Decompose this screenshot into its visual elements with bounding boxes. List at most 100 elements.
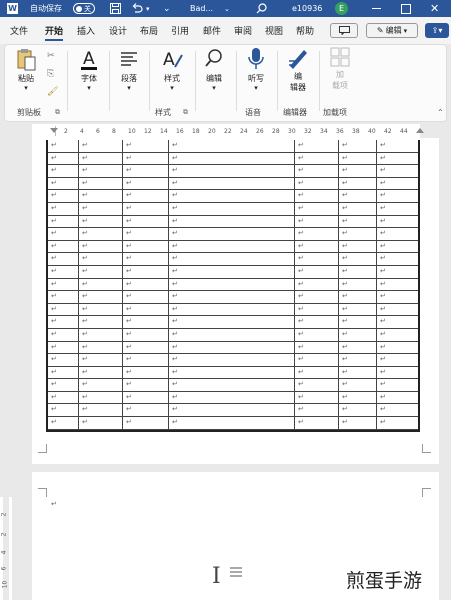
tab-insert[interactable]: 插入 xyxy=(77,24,95,37)
table-cell[interactable]: ↵ xyxy=(48,228,78,240)
table-cell[interactable]: ↵ xyxy=(122,190,168,202)
table-cell[interactable]: ↵ xyxy=(122,215,168,228)
table-cell[interactable]: ↵ xyxy=(122,165,168,177)
search-icon[interactable] xyxy=(256,0,267,17)
format-painter-icon[interactable]: 🖌 xyxy=(47,87,58,97)
table-cell[interactable]: ↵ xyxy=(78,404,122,417)
table-cell[interactable]: ↵ xyxy=(338,228,376,240)
table-cell[interactable]: ↵ xyxy=(122,379,168,391)
table-cell[interactable]: ↵ xyxy=(48,253,78,265)
table-cell[interactable]: ↵ xyxy=(168,140,294,152)
table-cell[interactable]: ↵ xyxy=(122,265,168,278)
table-cell[interactable]: ↵ xyxy=(122,253,168,265)
table-cell[interactable]: ↵ xyxy=(78,190,122,202)
table-cell[interactable]: ↵ xyxy=(168,366,294,379)
table-cell[interactable]: ↵ xyxy=(338,328,376,341)
table-row[interactable]: ↵ ↵ ↵ ↵ ↵ ↵ ↵ xyxy=(48,165,418,178)
table-cell[interactable]: ↵ xyxy=(338,240,376,253)
table-cell[interactable]: ↵ xyxy=(338,341,376,354)
close-icon[interactable]: ✕ xyxy=(430,0,439,17)
table-cell[interactable]: ↵ xyxy=(168,165,294,177)
table-cell[interactable]: ↵ xyxy=(294,265,338,278)
table-row[interactable]: ↵ ↵ ↵ ↵ ↵ ↵ ↵ xyxy=(48,202,418,216)
share-button[interactable]: ⇪▾ xyxy=(425,23,449,38)
table-cell[interactable]: ↵ xyxy=(122,240,168,253)
table-cell[interactable]: ↵ xyxy=(168,278,294,291)
table-cell[interactable]: ↵ xyxy=(48,367,78,379)
table-cell[interactable]: ↵ xyxy=(122,177,168,190)
styles-button[interactable]: A 样式 ▾ xyxy=(157,47,187,92)
table-cell[interactable]: ↵ xyxy=(294,379,338,391)
paste-button[interactable]: 粘贴 ▾ xyxy=(13,47,39,92)
table-cell[interactable]: ↵ xyxy=(376,265,418,278)
table-cell[interactable]: ↵ xyxy=(168,379,294,391)
table-cell[interactable]: ↵ xyxy=(294,240,338,253)
customize-qat-icon[interactable]: ⌄ xyxy=(163,0,171,17)
table-cell[interactable]: ↵ xyxy=(168,265,294,278)
table-cell[interactable]: ↵ xyxy=(122,303,168,316)
table-cell[interactable]: ↵ xyxy=(376,316,418,328)
table-row[interactable]: ↵ ↵ ↵ ↵ ↵ ↵ ↵ xyxy=(48,291,418,304)
table-cell[interactable]: ↵ xyxy=(78,291,122,303)
table-cell[interactable]: ↵ xyxy=(168,177,294,190)
maximize-icon[interactable] xyxy=(401,0,411,17)
table-row[interactable]: ↵ ↵ ↵ ↵ ↵ ↵ ↵ xyxy=(48,190,418,203)
table-cell[interactable]: ↵ xyxy=(376,341,418,354)
table-cell[interactable]: ↵ xyxy=(122,366,168,379)
table-cell[interactable]: ↵ xyxy=(78,303,122,316)
table-cell[interactable]: ↵ xyxy=(48,354,78,366)
tab-view[interactable]: 视图 xyxy=(265,24,283,37)
table-cell[interactable]: ↵ xyxy=(338,316,376,328)
table-cell[interactable]: ↵ xyxy=(168,417,294,429)
table-cell[interactable]: ↵ xyxy=(48,279,78,291)
table-cell[interactable]: ↵ xyxy=(376,202,418,215)
table-cell[interactable]: ↵ xyxy=(122,278,168,291)
table-cell[interactable]: ↵ xyxy=(294,328,338,341)
table-row[interactable]: ↵ ↵ ↵ ↵ ↵ ↵ ↵ xyxy=(48,228,418,241)
table-cell[interactable]: ↵ xyxy=(168,328,294,341)
table-cell[interactable]: ↵ xyxy=(338,165,376,177)
tab-references[interactable]: 引用 xyxy=(171,24,189,37)
paragraph-button[interactable]: 段落 ▾ xyxy=(115,47,143,92)
table-cell[interactable]: ↵ xyxy=(376,328,418,341)
table-cell[interactable]: ↵ xyxy=(48,404,78,416)
table-row[interactable]: ↵ ↵ ↵ ↵ ↵ ↵ ↵ xyxy=(48,341,418,355)
table-cell[interactable]: ↵ xyxy=(294,140,338,152)
addins-button[interactable]: 加 载项 xyxy=(325,47,355,91)
table-cell[interactable]: ↵ xyxy=(168,190,294,202)
indent-marker-icon[interactable] xyxy=(50,128,58,133)
save-icon[interactable] xyxy=(110,0,121,17)
table-cell[interactable]: ↵ xyxy=(338,404,376,417)
table-cell[interactable]: ↵ xyxy=(48,140,78,152)
autosave-toggle[interactable]: 关 xyxy=(73,0,95,17)
table-cell[interactable]: ↵ xyxy=(294,253,338,265)
table-cell[interactable]: ↵ xyxy=(48,216,78,228)
table-cell[interactable]: ↵ xyxy=(122,140,168,152)
table-cell[interactable]: ↵ xyxy=(294,190,338,202)
collapse-ribbon-icon[interactable]: ⌃ xyxy=(437,108,444,117)
table-cell[interactable]: ↵ xyxy=(168,303,294,316)
table-cell[interactable]: ↵ xyxy=(48,379,78,391)
table-cell[interactable]: ↵ xyxy=(168,152,294,165)
table-row[interactable]: ↵ ↵ ↵ ↵ ↵ ↵ ↵ xyxy=(48,391,418,405)
table-cell[interactable]: ↵ xyxy=(338,291,376,303)
table-cell[interactable]: ↵ xyxy=(294,152,338,165)
avatar[interactable]: E xyxy=(335,0,348,17)
table-cell[interactable]: ↵ xyxy=(48,190,78,202)
document-table[interactable]: ↵ ↵ ↵ ↵ ↵ ↵ ↵ ↵ ↵ ↵ ↵ ↵ ↵ ↵ ↵ ↵ ↵ ↵ ↵ ↵ ↵ ↵ ↵ ↵ ↵ ↵ ↵ ↵ ↵ ↵ ↵ ↵ ↵ ↵ ↵ ↵ ↵ ↵ ↵ ↵… xyxy=(46,140,420,432)
table-cell[interactable]: ↵ xyxy=(48,165,78,177)
table-cell[interactable]: ↵ xyxy=(168,316,294,328)
table-cell[interactable]: ↵ xyxy=(294,228,338,240)
table-row[interactable]: ↵ ↵ ↵ ↵ ↵ ↵ ↵ xyxy=(48,404,418,418)
table-cell[interactable]: ↵ xyxy=(122,152,168,165)
table-cell[interactable]: ↵ xyxy=(376,278,418,291)
tab-file[interactable]: 文件 xyxy=(10,24,28,37)
table-cell[interactable]: ↵ xyxy=(122,417,168,429)
table-cell[interactable]: ↵ xyxy=(376,404,418,417)
table-cell[interactable]: ↵ xyxy=(294,278,338,291)
table-cell[interactable]: ↵ xyxy=(168,404,294,417)
tab-design[interactable]: 设计 xyxy=(109,24,127,37)
table-cell[interactable]: ↵ xyxy=(338,417,376,429)
table-cell[interactable]: ↵ xyxy=(338,379,376,391)
table-row[interactable]: ↵ ↵ ↵ ↵ ↵ ↵ ↵ xyxy=(48,215,418,229)
